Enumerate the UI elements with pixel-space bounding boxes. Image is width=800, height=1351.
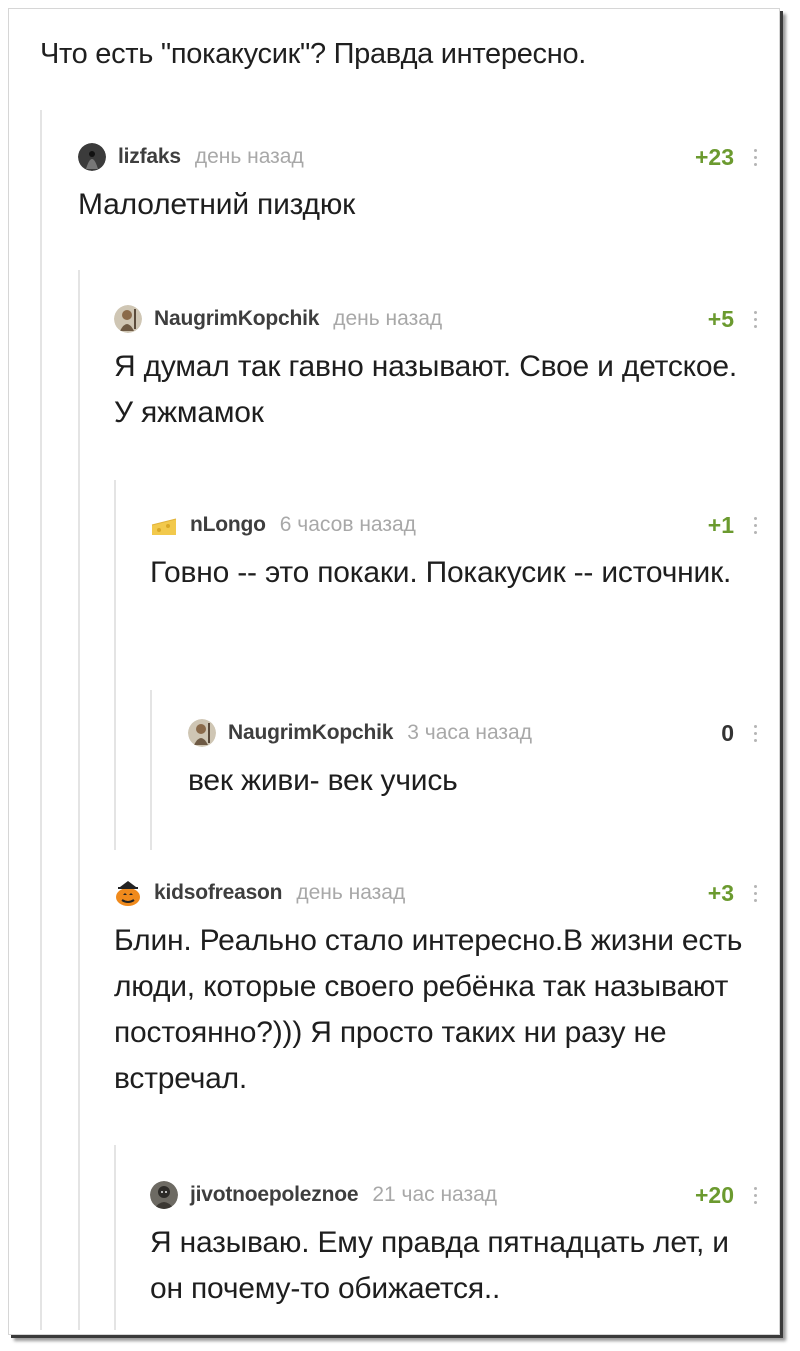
comment-username[interactable]: kidsofreason: [154, 881, 283, 905]
comment-rating: +20: [694, 1181, 734, 1208]
more-options-icon[interactable]: [750, 724, 760, 742]
comment-header: nLongo 6 часов назад +1: [150, 508, 760, 542]
comment: kidsofreason день назад +3 Блин. Реально…: [114, 876, 760, 1102]
pumpkin-avatar[interactable]: [114, 879, 142, 907]
comment-header: kidsofreason день назад +3: [114, 876, 760, 910]
more-options-icon[interactable]: [750, 148, 760, 166]
dwarf-avatar[interactable]: [188, 719, 216, 747]
comment-timestamp[interactable]: день назад: [296, 881, 405, 905]
comment: lizfaks день назад +23 Малолетний пиздюк: [78, 140, 760, 228]
more-options-icon[interactable]: [750, 884, 760, 902]
comment-text: Малолетний пиздюк: [78, 188, 356, 221]
more-options-icon[interactable]: [750, 1186, 760, 1204]
comment-rating: +3: [707, 879, 734, 906]
comment: NaugrimKopchik день назад +5 Я думал так…: [114, 302, 760, 436]
comment: jivotnoepoleznoe 21 час назад +20 Я назы…: [150, 1178, 760, 1312]
comment: nLongo 6 часов назад +1 Говно -- это пок…: [150, 508, 760, 596]
masked-person-avatar[interactable]: [150, 1181, 178, 1209]
cheese-avatar[interactable]: [150, 511, 178, 539]
comment-text: Я думал так гавно называют. Свое и детск…: [114, 350, 738, 429]
comment-username[interactable]: jivotnoepoleznoe: [190, 1183, 359, 1207]
comment-text: Я называю. Ему правда пятнадцать лет, и …: [150, 1226, 729, 1305]
more-options-icon[interactable]: [750, 310, 760, 328]
thread-line-level-3b: [114, 1145, 116, 1330]
comment-text: век живи- век учись: [188, 764, 458, 797]
comment-username[interactable]: nLongo: [190, 513, 266, 537]
comment-header: lizfaks день назад +23: [78, 140, 760, 174]
comment-username[interactable]: NaugrimKopchik: [228, 721, 393, 745]
comment-username[interactable]: NaugrimKopchik: [154, 307, 319, 331]
comment-rating: +23: [694, 143, 734, 170]
comment-rating: +5: [707, 305, 734, 332]
comment-timestamp[interactable]: 3 часа назад: [407, 721, 532, 745]
thread-line-level-3: [114, 480, 116, 850]
dwarf-avatar[interactable]: [114, 305, 142, 333]
comment-timestamp[interactable]: 6 часов назад: [280, 513, 416, 537]
thread-line-level-1: [40, 110, 42, 1330]
comment-header: jivotnoepoleznoe 21 час назад +20: [150, 1178, 760, 1212]
comment-header: NaugrimKopchik день назад +5: [114, 302, 760, 336]
comment-timestamp[interactable]: день назад: [195, 145, 304, 169]
hooded-figure-avatar[interactable]: [78, 143, 106, 171]
comment-text: Блин. Реально стало интересно.В жизни ес…: [114, 924, 743, 1095]
post-title: Что есть "покакусик"? Правда интересно.: [40, 38, 587, 70]
comment-rating: +1: [707, 511, 734, 538]
comment-header: NaugrimKopchik 3 часа назад 0: [188, 716, 760, 750]
comment-text: Говно -- это покаки. Покакусик -- источн…: [150, 556, 732, 589]
comment-timestamp[interactable]: 21 час назад: [372, 1183, 497, 1207]
comment-timestamp[interactable]: день назад: [333, 307, 442, 331]
comment: NaugrimKopchik 3 часа назад 0 век живи- …: [188, 716, 760, 804]
thread-line-level-2: [78, 270, 80, 1330]
more-options-icon[interactable]: [750, 516, 760, 534]
thread-line-level-4: [150, 690, 152, 850]
comment-rating: 0: [721, 719, 734, 746]
comment-username[interactable]: lizfaks: [118, 145, 181, 169]
